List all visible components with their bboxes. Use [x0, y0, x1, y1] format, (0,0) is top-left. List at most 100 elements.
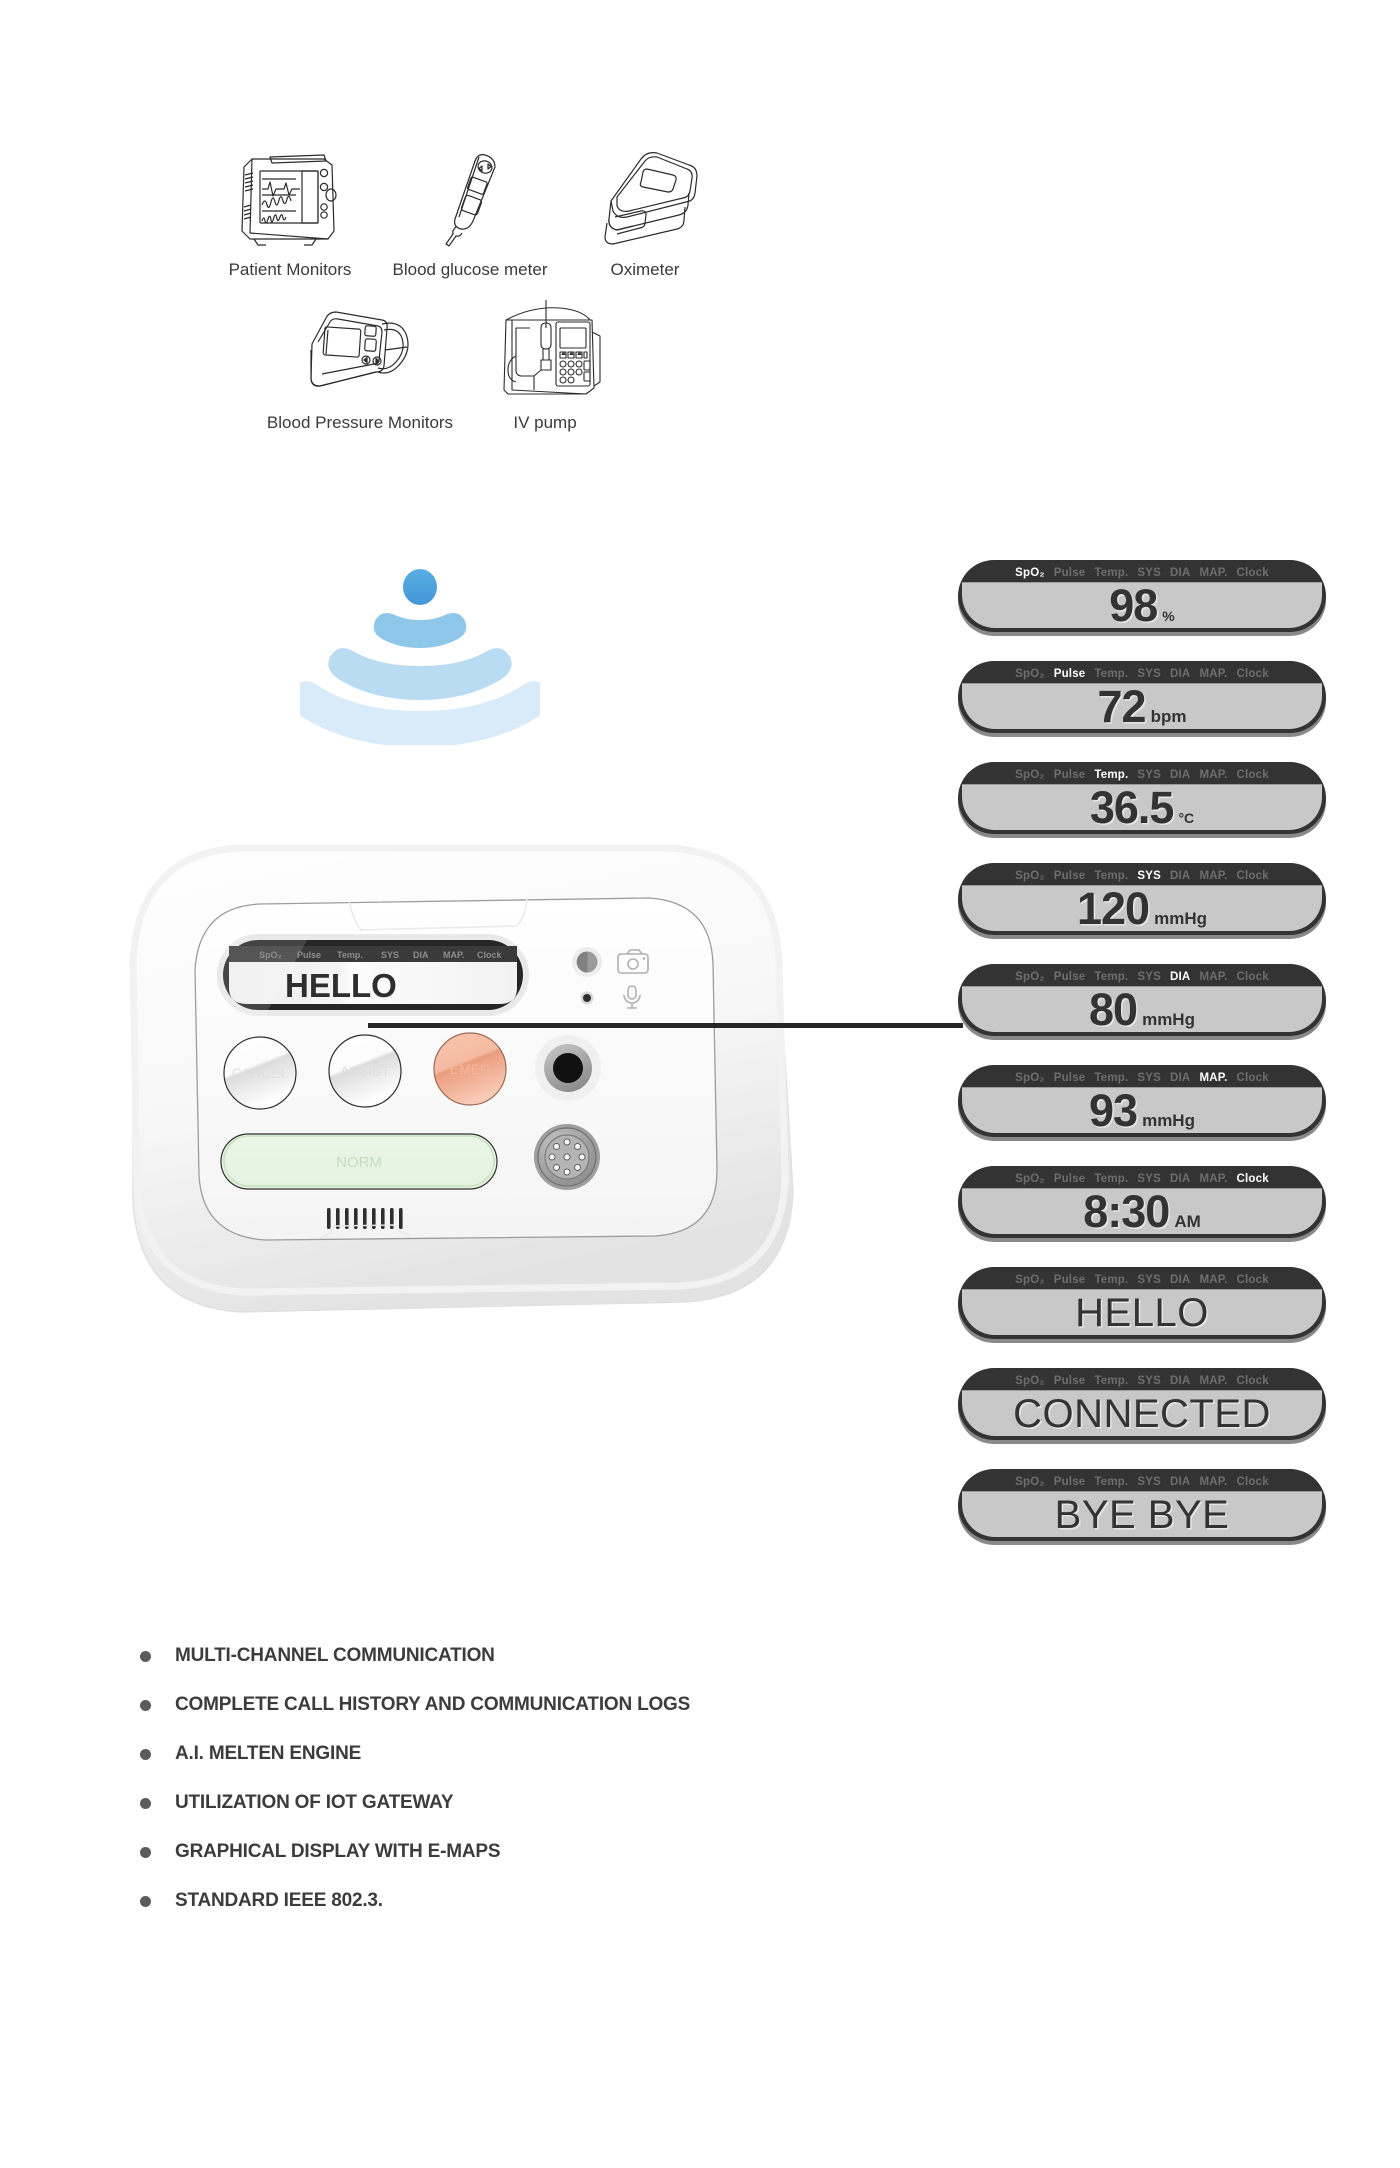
panel-tab-map[interactable]: MAP.: [1199, 668, 1227, 680]
panel-tab-pulse[interactable]: Pulse: [1054, 567, 1086, 579]
panel-tab-temp[interactable]: Temp.: [1094, 668, 1128, 680]
panel-tab-spo[interactable]: SpO₂: [1015, 769, 1045, 781]
panel-tab-spo[interactable]: SpO₂: [1015, 1173, 1045, 1185]
feature-label: MULTI-CHANNEL COMMUNICATION: [175, 1645, 495, 1666]
panel-tab-sys[interactable]: SYS: [1137, 1375, 1161, 1387]
panel-tab-temp[interactable]: Temp.: [1094, 567, 1128, 579]
readout-dia[interactable]: SpO₂ Pulse Temp. SYS DIA MAP. Clock 80 mmHg: [958, 964, 1326, 1036]
panel-tab-map[interactable]: MAP.: [1199, 1072, 1227, 1084]
oximeter-icon: [604, 152, 698, 245]
panel-tab-map[interactable]: MAP.: [1199, 1173, 1227, 1185]
medical-device-gallery: Patient Monitors Blood glucose meter Oxi…: [190, 145, 750, 433]
panel-unit: %: [1162, 608, 1175, 624]
panel-tab-sys[interactable]: SYS: [1137, 1173, 1161, 1185]
panel-screen: HELLO: [962, 1289, 1322, 1335]
panel-tab-temp[interactable]: Temp.: [1094, 971, 1128, 983]
panel-tab-sys[interactable]: SYS: [1137, 769, 1161, 781]
panel-tab-temp[interactable]: Temp.: [1094, 870, 1128, 882]
panel-tab-dia[interactable]: DIA: [1170, 1173, 1190, 1185]
readout-spo2[interactable]: SpO₂ Pulse Temp. SYS DIA MAP. Clock 98%: [958, 560, 1326, 632]
panel-tab-spo[interactable]: SpO₂: [1015, 567, 1045, 579]
panel-tab-dia[interactable]: DIA: [1170, 668, 1190, 680]
svg-text:Pulse: Pulse: [297, 950, 321, 960]
callout-connector-line: [368, 1023, 963, 1028]
device-label: IV pump: [513, 413, 577, 432]
panel-tab-temp[interactable]: Temp.: [1094, 769, 1128, 781]
panel-tab-sys[interactable]: SYS: [1137, 870, 1161, 882]
panel-tab-temp[interactable]: Temp.: [1094, 1274, 1128, 1286]
panel-tab-sys[interactable]: SYS: [1137, 971, 1161, 983]
panel-tab-spo[interactable]: SpO₂: [1015, 1476, 1045, 1488]
panel-tab-pulse[interactable]: Pulse: [1054, 1274, 1086, 1286]
panel-tab-clock[interactable]: Clock: [1237, 1476, 1269, 1488]
panel-tab-temp[interactable]: Temp.: [1094, 1173, 1128, 1185]
panel-tab-pulse[interactable]: Pulse: [1054, 1072, 1086, 1084]
device-blood-pressure-monitor: Blood Pressure Monitors: [250, 298, 470, 433]
readout-pulse[interactable]: SpO₂ Pulse Temp. SYS DIA MAP. Clock 72 bpm: [958, 661, 1326, 733]
panel-tab-dia[interactable]: DIA: [1170, 870, 1190, 882]
panel-tab-spo[interactable]: SpO₂: [1015, 870, 1045, 882]
readout-bye-bye[interactable]: SpO₂ Pulse Temp. SYS DIA MAP. Clock BYE BYE: [958, 1469, 1326, 1541]
panel-tab-pulse[interactable]: Pulse: [1054, 1476, 1086, 1488]
panel-tab-map[interactable]: MAP.: [1199, 1274, 1227, 1286]
panel-tab-spo[interactable]: SpO₂: [1015, 668, 1045, 680]
panel-tab-sys[interactable]: SYS: [1137, 1476, 1161, 1488]
panel-tab-dia[interactable]: DIA: [1170, 1274, 1190, 1286]
panel-tab-map[interactable]: MAP.: [1199, 769, 1227, 781]
panel-tab-spo[interactable]: SpO₂: [1015, 1274, 1045, 1286]
panel-value: 120: [1077, 883, 1150, 934]
panel-tab-clock[interactable]: Clock: [1237, 1274, 1269, 1286]
panel-tab-clock[interactable]: Clock: [1237, 1072, 1269, 1084]
panel-tab-dia[interactable]: DIA: [1170, 1072, 1190, 1084]
panel-tab-map[interactable]: MAP.: [1199, 1476, 1227, 1488]
panel-tab-spo[interactable]: SpO₂: [1015, 971, 1045, 983]
panel-tab-sys[interactable]: SYS: [1137, 1072, 1161, 1084]
display-message: HELLO: [285, 967, 397, 1004]
panel-tab-clock[interactable]: Clock: [1237, 567, 1269, 579]
readout-clock[interactable]: SpO₂ Pulse Temp. SYS DIA MAP. Clock 8:30 AM: [958, 1166, 1326, 1238]
panel-screen: 98%: [962, 582, 1322, 628]
panel-value: HELLO: [1075, 1290, 1209, 1335]
panel-tab-pulse[interactable]: Pulse: [1054, 1173, 1086, 1185]
readout-sys[interactable]: SpO₂ Pulse Temp. SYS DIA MAP. Clock 120 mmHg: [958, 863, 1326, 935]
panel-tab-temp[interactable]: Temp.: [1094, 1375, 1128, 1387]
panel-tab-pulse[interactable]: Pulse: [1054, 971, 1086, 983]
bullet-icon: [140, 1650, 151, 1662]
panel-tab-clock[interactable]: Clock: [1237, 1375, 1269, 1387]
panel-tab-sys[interactable]: SYS: [1137, 567, 1161, 579]
panel-tab-clock[interactable]: Clock: [1237, 1173, 1269, 1185]
readout-connected[interactable]: SpO₂ Pulse Temp. SYS DIA MAP. Clock CONNECTED: [958, 1368, 1326, 1440]
panel-tab-map[interactable]: MAP.: [1199, 567, 1227, 579]
panel-tab-dia[interactable]: DIA: [1170, 1375, 1190, 1387]
panel-tab-clock[interactable]: Clock: [1237, 769, 1269, 781]
panel-tab-map[interactable]: MAP.: [1199, 1375, 1227, 1387]
panel-tab-pulse[interactable]: Pulse: [1054, 769, 1086, 781]
panel-tab-dia[interactable]: DIA: [1170, 1476, 1190, 1488]
panel-tab-map[interactable]: MAP.: [1199, 971, 1227, 983]
panel-tab-spo[interactable]: SpO₂: [1015, 1072, 1045, 1084]
panel-tab-sys[interactable]: SYS: [1137, 668, 1161, 680]
panel-tab-map[interactable]: MAP.: [1199, 870, 1227, 882]
panel-tab-temp[interactable]: Temp.: [1094, 1476, 1128, 1488]
readout-map[interactable]: SpO₂ Pulse Temp. SYS DIA MAP. Clock 93 mmHg: [958, 1065, 1326, 1137]
panel-tab-clock[interactable]: Clock: [1237, 971, 1269, 983]
panel-tab-pulse[interactable]: Pulse: [1054, 870, 1086, 882]
panel-tab-pulse[interactable]: Pulse: [1054, 668, 1086, 680]
status-indicator-led: [583, 994, 591, 1002]
dial-knob-center: [553, 1053, 583, 1083]
panel-tab-clock[interactable]: Clock: [1237, 668, 1269, 680]
readout-hello[interactable]: SpO₂ Pulse Temp. SYS DIA MAP. Clock HELLO: [958, 1267, 1326, 1339]
feature-item: UTILIZATION OF IOT GATEWAY: [140, 1792, 690, 1814]
feature-label: UTILIZATION OF IOT GATEWAY: [175, 1792, 454, 1813]
panel-tab-clock[interactable]: Clock: [1237, 870, 1269, 882]
readout-temperature[interactable]: SpO₂ Pulse Temp. SYS DIA MAP. Clock 36.5 °C: [958, 762, 1326, 834]
panel-tab-dia[interactable]: DIA: [1170, 769, 1190, 781]
panel-tab-dia[interactable]: DIA: [1170, 567, 1190, 579]
panel-tab-temp[interactable]: Temp.: [1094, 1072, 1128, 1084]
device-label: Patient Monitors: [228, 260, 352, 279]
panel-tab-dia[interactable]: DIA: [1170, 971, 1190, 983]
panel-tab-spo[interactable]: SpO₂: [1015, 1375, 1045, 1387]
panel-tab-pulse[interactable]: Pulse: [1054, 1375, 1086, 1387]
panel-tab-sys[interactable]: SYS: [1137, 1274, 1161, 1286]
bullet-icon: [140, 1699, 151, 1711]
